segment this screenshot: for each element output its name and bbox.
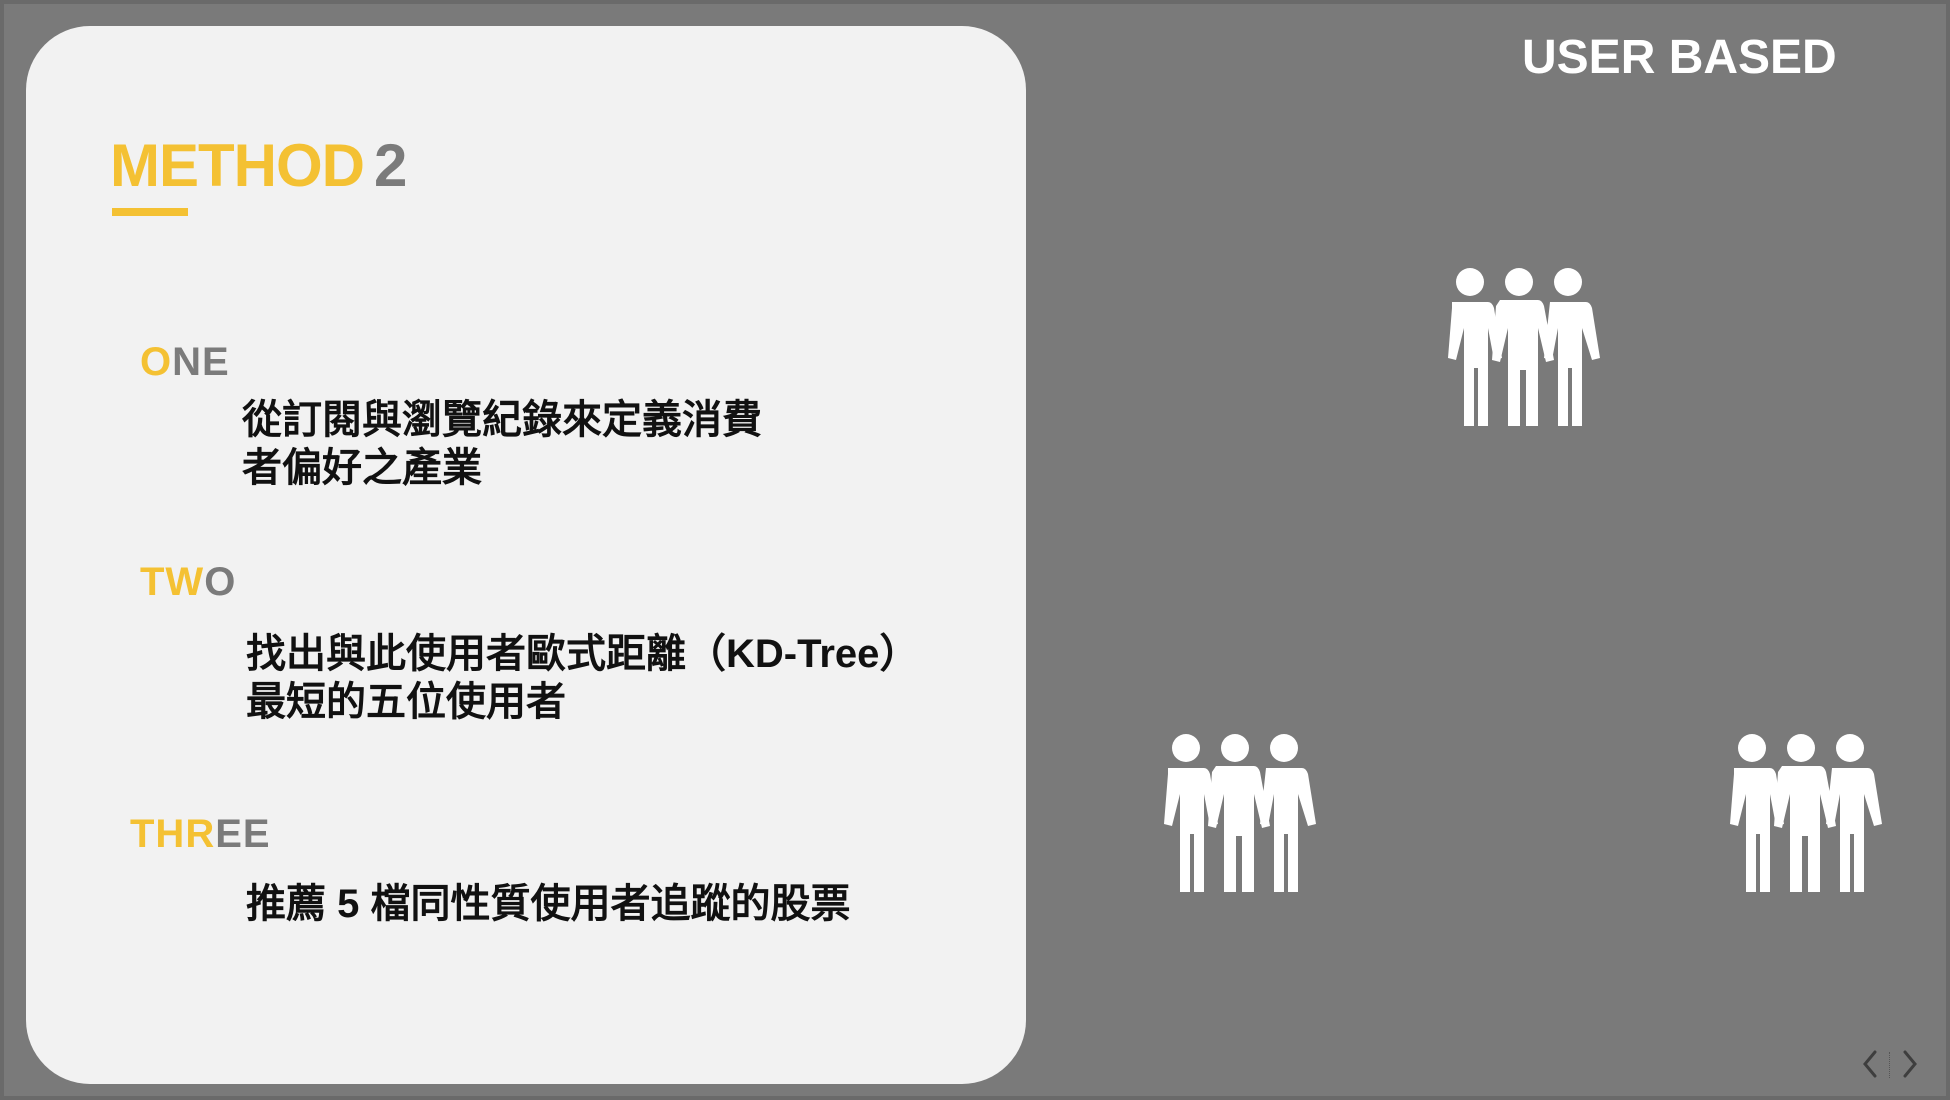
chevron-left-icon [1863,1050,1877,1078]
method-underline [112,208,188,216]
method-heading: METHOD 2 [110,136,407,196]
step-one-text: 從訂閱與瀏覽紀錄來定義消費 者偏好之產業 [242,396,762,492]
step-three-label-highlight: THR [130,812,216,856]
method-number: 2 [373,132,407,199]
step-three-label: THREE [130,814,271,854]
people-group-icon [1730,734,1882,892]
step-one-label: ONE [140,342,230,382]
step-three-label-rest: EE [215,812,271,856]
step-one-label-highlight: O [140,340,173,384]
chevron-right-icon [1903,1050,1917,1078]
step-two-line-1: 找出與此使用者歐式距離（KD-Tree） [246,632,920,676]
step-three-line-1: 推薦 5 檔同性質使用者追蹤的股票 [246,882,851,926]
corner-title: USER BASED [1522,31,1837,84]
step-two-label-highlight: TW [140,560,205,604]
step-two-text: 找出與此使用者歐式距離（KD-Tree） 最短的五位使用者 [246,630,919,726]
step-one-label-rest: NE [172,340,230,384]
method-word: METHOD [110,132,365,199]
people-group-icon-left [1150,732,1320,897]
people-group-icon [1448,268,1600,426]
prev-slide-button[interactable] [1856,1044,1884,1084]
people-group-icon [1164,734,1316,892]
slide-navigation [1856,1044,1926,1084]
next-slide-button[interactable] [1896,1044,1924,1084]
nav-divider [1889,1052,1891,1078]
step-two-label-rest: O [204,560,237,604]
step-three-text: 推薦 5 檔同性質使用者追蹤的股票 [246,880,850,928]
step-one-line-1: 從訂閱與瀏覽紀錄來定義消費 [242,398,762,442]
step-two-line-2: 最短的五位使用者 [246,680,566,724]
people-group-icon-top [1434,266,1604,431]
step-one-line-2: 者偏好之產業 [242,446,482,490]
people-group-icon-right [1716,732,1886,897]
slide-canvas: METHOD 2 ONE 從訂閱與瀏覽紀錄來定義消費 者偏好之產業 TWO 找出與… [0,0,1950,1100]
step-two-label: TWO [140,562,236,602]
